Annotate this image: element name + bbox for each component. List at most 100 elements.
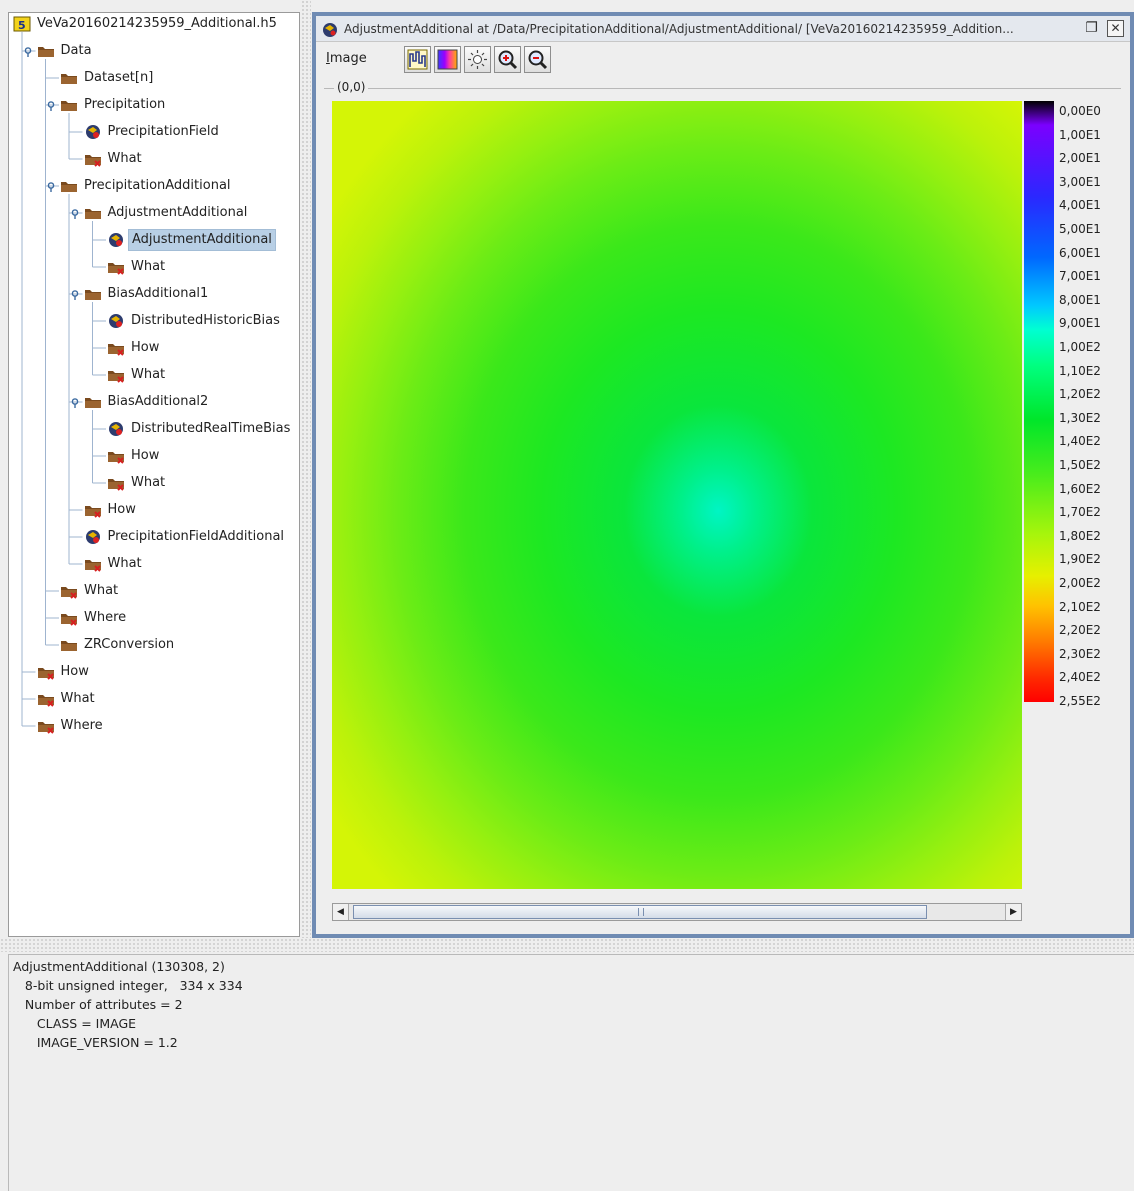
info-line: CLASS = IMAGE — [13, 1016, 137, 1031]
attribute-folder-icon — [107, 259, 125, 275]
attribute-folder-icon — [107, 475, 125, 491]
info-line: AdjustmentAdditional (130308, 2) — [13, 959, 225, 974]
legend-tick-label: 1,60E2 — [1059, 481, 1101, 496]
tree-item-label: DistributedHistoricBias — [131, 313, 280, 328]
svg-text:5: 5 — [18, 19, 26, 32]
attribute-folder-icon — [107, 367, 125, 383]
scrollbar-thumb[interactable] — [353, 905, 927, 919]
tree-item-label: DistributedRealTimeBias — [131, 421, 291, 436]
tree-item-label: Precipitation — [84, 97, 166, 112]
tree-item-label: ZRConversion — [84, 637, 175, 652]
legend-tick-label: 2,55E2 — [1059, 694, 1101, 708]
tree-item-label: PrecipitationAdditional — [84, 178, 231, 193]
expand-toggle-icon[interactable] — [46, 100, 56, 111]
tree-item-label: BiasAdditional2 — [107, 394, 209, 409]
folder-icon — [60, 637, 78, 653]
histogram-button[interactable] — [404, 46, 431, 73]
image-dataset-icon — [84, 529, 102, 545]
legend-tick-label: 1,20E2 — [1059, 387, 1101, 402]
zoom-in-icon — [498, 50, 518, 70]
scrollbar-grip-icon — [638, 908, 644, 916]
palette-button[interactable] — [434, 46, 461, 73]
tree-item-label: What — [107, 151, 142, 166]
image-canvas-area: (0,0) 0,00E0 1,00E1 2,00E1 3,00E1 4,00E1 5,00… — [324, 80, 1121, 926]
image-dataset-icon — [107, 313, 125, 329]
tree-item-label: Data — [60, 43, 92, 58]
tree-item-label: What — [131, 259, 166, 274]
close-window-button[interactable]: ✕ — [1107, 20, 1124, 37]
vertical-splitter[interactable] — [301, 0, 311, 938]
attribute-folder-icon — [84, 502, 102, 518]
brightness-icon — [468, 50, 487, 69]
dataset-info-panel[interactable]: AdjustmentAdditional (130308, 2) 8-bit u… — [8, 954, 1134, 1191]
attribute-folder-icon — [84, 151, 102, 167]
image-viewer-window: AdjustmentAdditional at /Data/Precipitat… — [312, 12, 1134, 938]
tree-item-label: What — [131, 367, 166, 382]
attribute-folder-icon — [37, 718, 55, 734]
menu-image[interactable]: Image — [326, 51, 367, 66]
image-heatmap[interactable] — [332, 101, 1022, 889]
zoom-out-button[interactable] — [524, 46, 551, 73]
tree-item-label: What — [107, 556, 142, 571]
legend-tick-label: 1,50E2 — [1059, 458, 1101, 472]
image-dataset-icon — [84, 124, 102, 140]
tree-item-label: PrecipitationFieldAdditional — [107, 529, 285, 544]
folder-icon — [84, 286, 102, 302]
legend-tick-label: 3,00E1 — [1059, 174, 1101, 189]
scroll-right-icon[interactable]: ▶ — [1005, 904, 1021, 920]
image-dataset-icon — [322, 21, 338, 41]
legend-tick-label: 6,00E1 — [1059, 245, 1101, 260]
legend-tick-label: 4,00E1 — [1059, 198, 1101, 213]
legend-tick-label: 1,00E1 — [1059, 127, 1101, 142]
expand-toggle-icon[interactable] — [70, 397, 80, 408]
scroll-left-icon[interactable]: ◀ — [333, 904, 349, 920]
histogram-icon — [407, 49, 428, 70]
horizontal-scrollbar[interactable]: ◀ ▶ — [332, 903, 1022, 921]
tree-item-label: What — [131, 475, 166, 490]
restore-window-icon[interactable]: ❐ — [1083, 20, 1100, 37]
tree-item-label: How — [131, 448, 160, 463]
folder-icon — [60, 178, 78, 194]
window-title: AdjustmentAdditional at /Data/Precipitat… — [344, 22, 1014, 36]
menu-image-label: mage — [329, 51, 367, 66]
legend-tick-label: 2,20E2 — [1059, 623, 1101, 638]
info-line: 8-bit unsigned integer, 334 x 334 — [13, 978, 243, 993]
legend-tick-label: 8,00E1 — [1059, 292, 1101, 307]
brightness-button[interactable] — [464, 46, 491, 73]
tree-root-label: VeVa20160214235959_Additional.h5 — [37, 16, 277, 31]
legend-tick-label: 2,30E2 — [1059, 646, 1101, 661]
tree-item-label: AdjustmentAdditional — [128, 229, 276, 251]
attribute-folder-icon — [37, 664, 55, 680]
expand-toggle-icon[interactable] — [46, 181, 56, 192]
tree-item-label: Dataset[n] — [84, 70, 154, 85]
attribute-folder-icon — [60, 583, 78, 599]
legend-tick-label: 2,00E2 — [1059, 576, 1101, 590]
legend-tick-label: 2,00E1 — [1059, 151, 1101, 166]
folder-icon — [60, 70, 78, 86]
legend-tick-label: 1,30E2 — [1059, 410, 1101, 425]
folder-icon — [84, 205, 102, 221]
legend-tick-label: 1,70E2 — [1059, 505, 1101, 520]
tree-item-label: BiasAdditional1 — [107, 286, 209, 301]
zoom-in-button[interactable] — [494, 46, 521, 73]
tree-item-label: AdjustmentAdditional — [107, 205, 248, 220]
folder-icon — [60, 97, 78, 113]
expand-toggle-icon[interactable] — [23, 46, 33, 57]
image-dataset-icon — [107, 232, 125, 248]
h5-file-icon: 5 — [13, 16, 31, 32]
legend-tick-label: 1,10E2 — [1059, 363, 1101, 378]
palette-icon — [437, 49, 458, 70]
file-tree-panel: 5 VeVa20160214235959_Additional.h5 Data D… — [8, 12, 300, 937]
tree-item-label: How — [107, 502, 136, 517]
legend-tick-label: 1,00E2 — [1059, 340, 1101, 354]
menu-toolbar-row: Image — [316, 43, 1130, 75]
window-title-bar[interactable]: AdjustmentAdditional at /Data/Precipitat… — [316, 16, 1130, 42]
legend-tick-label: 1,90E2 — [1059, 552, 1101, 567]
expand-toggle-icon[interactable] — [70, 208, 80, 219]
legend-tick-label: 0,00E0 — [1059, 104, 1101, 118]
tree-item-label: Where — [60, 718, 103, 733]
expand-toggle-icon[interactable] — [70, 289, 80, 300]
horizontal-splitter[interactable] — [0, 938, 1134, 952]
tree-item-label: What — [60, 691, 95, 706]
legend-tick-label: 1,80E2 — [1059, 528, 1101, 543]
